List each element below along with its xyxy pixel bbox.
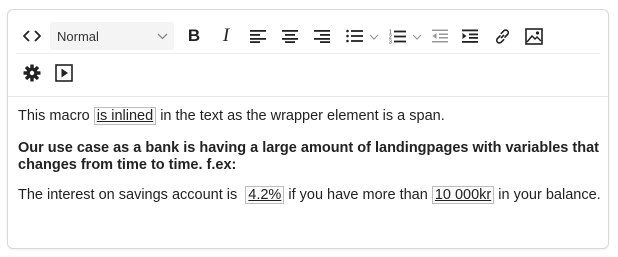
code-view-button[interactable] [18, 22, 46, 50]
bullet-list-button[interactable] [340, 22, 368, 50]
numbered-list-icon: 1 2 3 [389, 29, 406, 44]
editor-content[interactable]: This macro is inlined in the text as the… [18, 107, 604, 204]
format-select[interactable]: Normal [50, 22, 174, 50]
indent-icon [462, 29, 478, 43]
outdent-button[interactable] [426, 22, 454, 50]
inline-macro-interest-rate[interactable]: 4.2% [245, 186, 285, 204]
paragraph-2-bold: Our use case as a bank is having a large… [18, 140, 599, 173]
text-segment: in your balance. [494, 187, 601, 203]
toolbar-row-2 [18, 58, 78, 88]
settings-button[interactable] [18, 59, 46, 87]
toolbar-row-divider [16, 53, 600, 54]
indent-button[interactable] [456, 22, 484, 50]
play-icon [55, 64, 73, 82]
chevron-down-icon [157, 33, 168, 39]
chevron-down-icon [412, 34, 422, 40]
bullet-list-dropdown[interactable] [369, 27, 379, 45]
align-left-icon [250, 30, 266, 43]
link-button[interactable] [488, 22, 516, 50]
media-button[interactable] [50, 59, 78, 87]
format-select-value: Normal [57, 28, 99, 44]
numbered-list-dropdown[interactable] [412, 27, 422, 45]
inline-macro[interactable]: is inlined [93, 107, 157, 125]
align-center-button[interactable] [276, 22, 304, 50]
paragraph-3: The interest on savings account is 4.2% … [18, 186, 604, 204]
text-segment: This macro [18, 108, 94, 124]
rich-text-editor: Normal B I 1 2 3 This macro is inlined i… [7, 9, 609, 249]
bold-icon: B [187, 26, 201, 45]
italic-button[interactable]: I [212, 22, 240, 50]
align-left-button[interactable] [244, 22, 272, 50]
paragraph-1: This macro is inlined in the text as the… [18, 107, 604, 125]
numbered-list-button[interactable]: 1 2 3 [383, 22, 411, 50]
toolbar-row-1: Normal B I 1 2 3 [18, 21, 600, 51]
link-icon [495, 28, 509, 44]
editor-toolbar: Normal B I 1 2 3 [8, 10, 608, 97]
align-right-button[interactable] [308, 22, 336, 50]
bold-button[interactable]: B [180, 22, 208, 50]
chevron-down-icon [369, 34, 379, 40]
italic-icon: I [222, 25, 230, 46]
code-icon [23, 30, 41, 42]
align-right-icon [314, 30, 330, 43]
bullet-list-icon [345, 29, 363, 43]
inline-macro-balance-amount[interactable]: 10 000kr [431, 186, 495, 204]
gear-icon [23, 64, 41, 82]
svg-text:3: 3 [389, 39, 392, 44]
outdent-icon [432, 29, 448, 43]
text-segment: The interest on savings account is [18, 187, 242, 203]
text-segment: in the text as the wrapper element is a … [156, 108, 445, 124]
image-button[interactable] [520, 22, 548, 50]
image-icon [525, 27, 543, 45]
align-center-icon [282, 30, 298, 43]
text-segment: if you have more than [284, 187, 432, 203]
